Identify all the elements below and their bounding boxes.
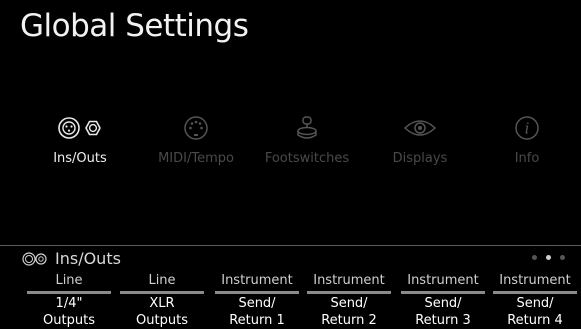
- category-footswitches[interactable]: Footswitches: [249, 115, 365, 166]
- category-label: Info: [514, 151, 540, 166]
- category-info[interactable]: i Info: [469, 115, 581, 166]
- param-send-return-4[interactable]: Instrument Send/ Return 4: [491, 272, 579, 328]
- category-ins-outs[interactable]: Ins/Outs: [22, 115, 138, 166]
- midi-icon: [138, 115, 254, 141]
- page-dot-current: [546, 255, 551, 260]
- param-value: Line: [148, 273, 176, 288]
- parameter-row: Line 1/4" Outputs Line XLR Outputs Instr…: [0, 272, 581, 329]
- param-send-return-1[interactable]: Instrument Send/ Return 1: [213, 272, 301, 328]
- param-send-return-3[interactable]: Instrument Send/ Return 3: [399, 272, 487, 328]
- param-value: Instrument: [221, 273, 293, 288]
- param-value: Instrument: [499, 273, 571, 288]
- param-value: Instrument: [407, 273, 479, 288]
- page-indicator: [532, 255, 565, 260]
- param-quarter-inch-outputs[interactable]: Line 1/4" Outputs: [25, 272, 113, 328]
- param-xlr-outputs[interactable]: Line XLR Outputs: [118, 272, 206, 328]
- param-bar: [120, 291, 204, 294]
- param-name-line2: Return 4: [507, 313, 563, 328]
- section-title: Ins/Outs: [55, 249, 121, 268]
- category-bar: Ins/Outs MIDI/Tempo Footswitches Display…: [0, 115, 581, 175]
- param-name-line2: Outputs: [136, 313, 188, 328]
- param-bar: [401, 291, 485, 294]
- param-bar: [493, 291, 577, 294]
- info-icon: i: [469, 115, 581, 141]
- page-title: Global Settings: [20, 8, 249, 44]
- param-name-line2: Return 1: [229, 313, 285, 328]
- category-displays[interactable]: Displays: [362, 115, 478, 166]
- param-name-line1: Send/: [424, 296, 462, 311]
- param-value: Line: [55, 273, 83, 288]
- param-name-line1: Send/: [516, 296, 554, 311]
- param-name-line1: XLR: [149, 296, 175, 311]
- param-name-line2: Outputs: [43, 313, 95, 328]
- category-label: Ins/Outs: [53, 151, 107, 166]
- param-bar: [307, 291, 391, 294]
- category-midi-tempo[interactable]: MIDI/Tempo: [138, 115, 254, 166]
- section-header: Ins/Outs: [22, 249, 121, 268]
- param-name-line1: Send/: [238, 296, 276, 311]
- param-name-line1: Send/: [330, 296, 368, 311]
- param-name-line1: 1/4": [55, 296, 83, 311]
- category-label: Displays: [392, 151, 448, 166]
- param-value: Instrument: [313, 273, 385, 288]
- param-bar: [215, 291, 299, 294]
- divider: [0, 245, 581, 246]
- param-name-line2: Return 3: [415, 313, 471, 328]
- footswitch-icon: [249, 115, 365, 141]
- eye-icon: [362, 115, 478, 141]
- svg-text:i: i: [525, 120, 530, 138]
- category-label: Footswitches: [264, 151, 350, 166]
- param-bar: [27, 291, 111, 294]
- param-send-return-2[interactable]: Instrument Send/ Return 2: [305, 272, 393, 328]
- ins-outs-icon: [22, 251, 52, 266]
- category-label: MIDI/Tempo: [158, 151, 234, 166]
- page-dot: [560, 255, 565, 260]
- ins-outs-icon: [22, 115, 138, 141]
- page-dot: [532, 255, 537, 260]
- param-name-line2: Return 2: [321, 313, 377, 328]
